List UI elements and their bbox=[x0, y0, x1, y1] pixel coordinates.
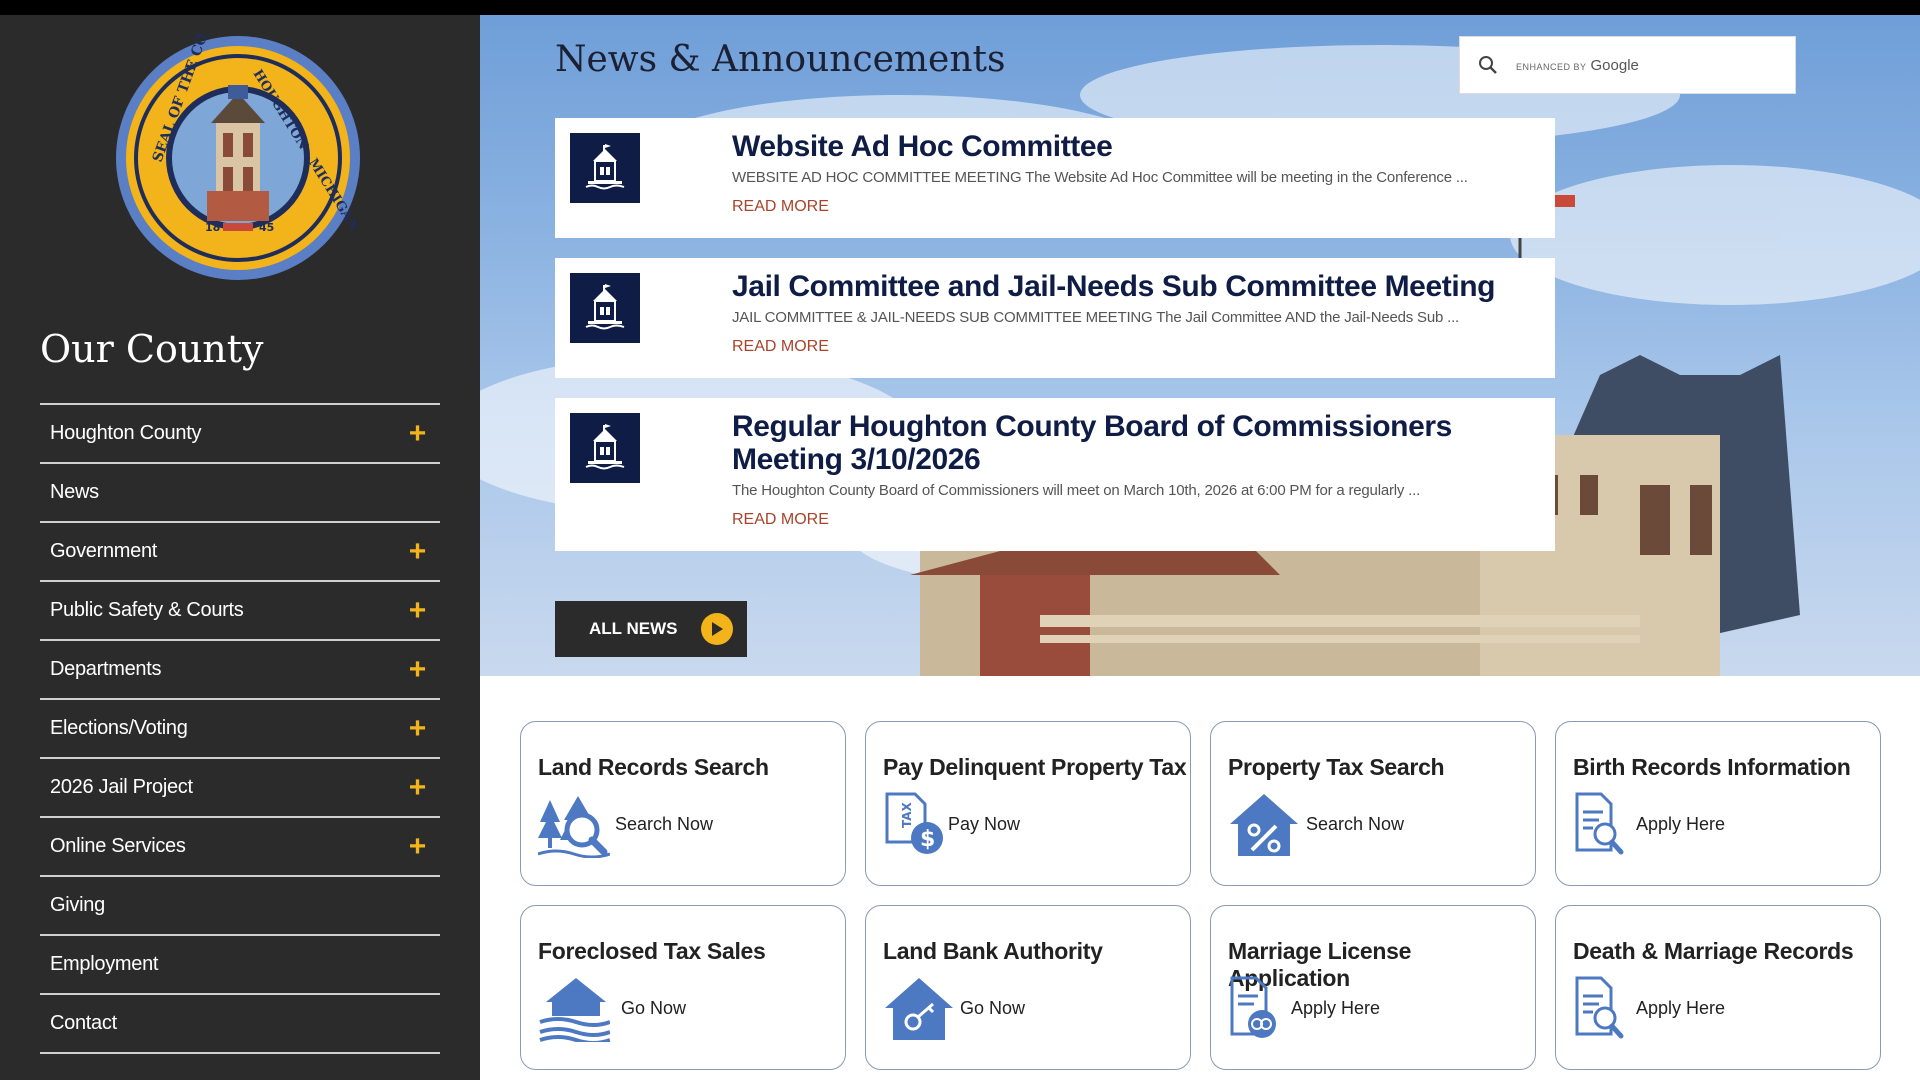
sidebar-item-jail-project[interactable]: 2026 Jail Project + bbox=[40, 759, 440, 818]
tile-pay-delinquent-property-tax[interactable]: Pay Delinquent Property Tax TAX $ Pay No… bbox=[865, 721, 1191, 886]
sidebar: SEAL OF THE COUNTY OF HOUGHTON · MICHIGA… bbox=[0, 15, 480, 1080]
sidebar-item-contact[interactable]: Contact bbox=[40, 995, 440, 1054]
house-percent-icon bbox=[1230, 794, 1298, 856]
tile-action: Go Now bbox=[621, 998, 687, 1018]
seal-year-right: 45 bbox=[259, 221, 274, 234]
tile-land-bank-authority[interactable]: Land Bank Authority Go Now bbox=[865, 905, 1191, 1070]
tax-payment-icon: TAX $ bbox=[885, 792, 943, 854]
news-excerpt: JAIL COMMITTEE & JAIL-NEEDS SUB COMMITTE… bbox=[732, 309, 1460, 326]
foreclosed-house-icon bbox=[539, 978, 610, 1042]
all-news-label: ALL NEWS bbox=[589, 619, 678, 638]
expand-plus-icon[interactable]: + bbox=[409, 536, 427, 567]
tile-marriage-license-application[interactable]: Marriage License Application Apply Here bbox=[1210, 905, 1536, 1070]
courthouse-icon bbox=[570, 133, 640, 203]
sidebar-item-elections-voting[interactable]: Elections/Voting + bbox=[40, 700, 440, 759]
sidebar-item-label: News bbox=[50, 481, 99, 503]
tile-death-marriage-records[interactable]: Death & Marriage Records Apply Here bbox=[1555, 905, 1881, 1070]
sidebar-item-label: Contact bbox=[50, 1012, 117, 1034]
sidebar-item-houghton-county[interactable]: Houghton County + bbox=[40, 405, 440, 464]
tile-title: Death & Marriage Records bbox=[1573, 938, 1854, 964]
county-seal-logo[interactable]: SEAL OF THE COUNTY OF HOUGHTON · MICHIGA… bbox=[113, 33, 363, 283]
top-bar bbox=[0, 0, 1920, 15]
tile-title: Pay Delinquent Property Tax bbox=[883, 754, 1187, 780]
tile-title: Land Records Search bbox=[538, 754, 769, 780]
news-title[interactable]: Regular Houghton County Board of Commiss… bbox=[732, 410, 1515, 476]
news-title[interactable]: Jail Committee and Jail-Needs Sub Commit… bbox=[732, 270, 1515, 303]
tile-land-records-search[interactable]: Land Records Search Search Now bbox=[520, 721, 846, 886]
sidebar-item-label: Elections/Voting bbox=[50, 717, 188, 739]
tile-action: Apply Here bbox=[1636, 998, 1726, 1018]
sidebar-item-giving[interactable]: Giving bbox=[40, 877, 440, 936]
expand-plus-icon[interactable]: + bbox=[409, 713, 427, 744]
read-more-link[interactable]: READ MORE bbox=[732, 198, 829, 216]
sidebar-item-label: Houghton County bbox=[50, 422, 202, 444]
tile-action: Pay Now bbox=[948, 814, 1021, 834]
sidebar-item-employment[interactable]: Employment bbox=[40, 936, 440, 995]
tile-action: Apply Here bbox=[1636, 814, 1726, 834]
tile-birth-records-information[interactable]: Birth Records Information Apply Here bbox=[1555, 721, 1881, 886]
sidebar-item-label: Employment bbox=[50, 953, 159, 975]
tile-action: Search Now bbox=[615, 814, 714, 834]
tile-action: Apply Here bbox=[1291, 998, 1381, 1018]
courthouse-icon bbox=[570, 413, 640, 483]
expand-plus-icon[interactable]: + bbox=[409, 772, 427, 803]
expand-plus-icon[interactable]: + bbox=[409, 831, 427, 862]
news-excerpt: WEBSITE AD HOC COMMITTEE MEETING The Web… bbox=[732, 169, 1468, 186]
document-search-icon bbox=[1575, 976, 1624, 1039]
news-heading: News & Announcements bbox=[555, 39, 1006, 80]
news-title[interactable]: Website Ad Hoc Committee bbox=[732, 130, 1515, 163]
search-branding-google: Google bbox=[1590, 57, 1639, 74]
tile-title: Land Bank Authority bbox=[883, 938, 1103, 964]
news-card: Regular Houghton County Board of Commiss… bbox=[555, 398, 1555, 551]
news-hero: News & Announcements ENHANCED BY Google W… bbox=[480, 15, 1920, 676]
tile-title: Foreclosed Tax Sales bbox=[538, 938, 766, 964]
courthouse-icon bbox=[570, 273, 640, 343]
sidebar-item-departments[interactable]: Departments + bbox=[40, 641, 440, 700]
tile-foreclosed-tax-sales[interactable]: Foreclosed Tax Sales Go Now bbox=[520, 905, 846, 1070]
sidebar-item-online-services[interactable]: Online Services + bbox=[40, 818, 440, 877]
sidebar-nav: Houghton County + News Government + Public… bbox=[40, 403, 440, 1054]
sidebar-item-label: Departments bbox=[50, 658, 162, 680]
sidebar-item-government[interactable]: Government + bbox=[40, 523, 440, 582]
search-icon[interactable] bbox=[1478, 55, 1498, 75]
tile-title: Birth Records Information bbox=[1573, 754, 1851, 780]
expand-plus-icon[interactable]: + bbox=[409, 654, 427, 685]
tile-action: Go Now bbox=[960, 998, 1026, 1018]
sidebar-item-news[interactable]: News bbox=[40, 464, 440, 523]
tile-property-tax-search[interactable]: Property Tax Search Search Now bbox=[1210, 721, 1536, 886]
news-card: Website Ad Hoc Committee WEBSITE AD HOC … bbox=[555, 118, 1555, 238]
read-more-link[interactable]: READ MORE bbox=[732, 511, 829, 529]
expand-plus-icon[interactable]: + bbox=[409, 418, 427, 449]
search-branding-small: ENHANCED BY bbox=[1516, 62, 1587, 72]
sidebar-title: Our County bbox=[40, 327, 264, 371]
tile-action: Search Now bbox=[1306, 814, 1405, 834]
expand-plus-icon[interactable]: + bbox=[409, 595, 427, 626]
tile-title: Property Tax Search bbox=[1228, 754, 1445, 780]
search-box[interactable]: ENHANCED BY Google bbox=[1459, 36, 1796, 94]
land-records-icon bbox=[538, 796, 610, 858]
arrow-right-icon bbox=[701, 613, 733, 645]
sidebar-item-public-safety-courts[interactable]: Public Safety & Courts + bbox=[40, 582, 440, 641]
sidebar-item-label: 2026 Jail Project bbox=[50, 776, 193, 798]
sidebar-item-label: Online Services bbox=[50, 835, 186, 857]
sidebar-item-label: Government bbox=[50, 540, 158, 562]
seal-year-left: 18 bbox=[205, 221, 220, 234]
svg-text:TAX: TAX bbox=[900, 801, 914, 828]
document-search-icon bbox=[1575, 792, 1624, 855]
news-excerpt: The Houghton County Board of Commissione… bbox=[732, 482, 1421, 499]
all-news-button[interactable]: ALL NEWS bbox=[555, 601, 747, 657]
sidebar-item-label: Giving bbox=[50, 894, 105, 916]
news-card: Jail Committee and Jail-Needs Sub Commit… bbox=[555, 258, 1555, 378]
house-key-icon bbox=[885, 978, 953, 1040]
sidebar-item-label: Public Safety & Courts bbox=[50, 599, 244, 621]
svg-text:$: $ bbox=[920, 827, 935, 852]
document-rings-icon bbox=[1230, 976, 1276, 1038]
search-branding: ENHANCED BY Google bbox=[1516, 57, 1639, 74]
read-more-link[interactable]: READ MORE bbox=[732, 338, 829, 356]
